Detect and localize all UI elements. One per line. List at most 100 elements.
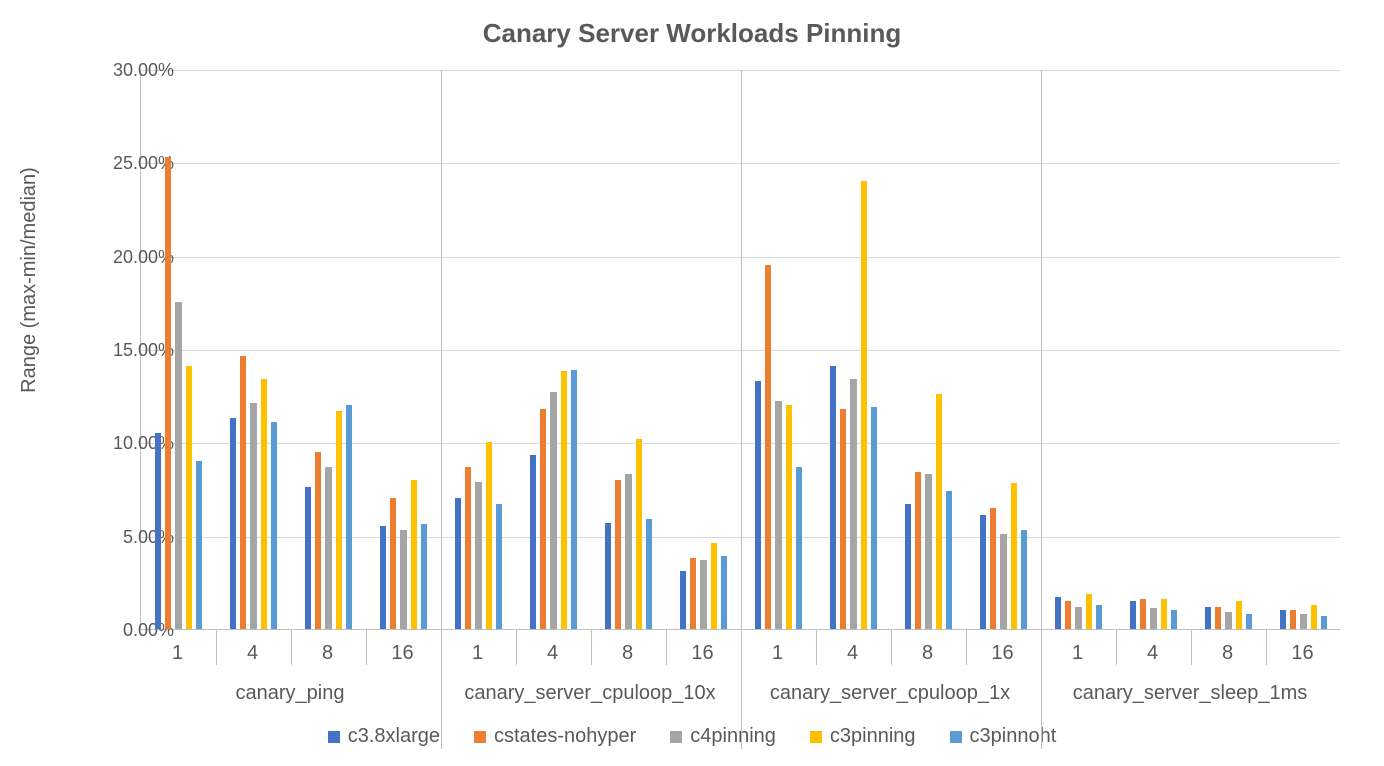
bar — [155, 433, 162, 629]
x-group-label: canary_server_cpuloop_1x — [770, 682, 1010, 705]
subgroup-divider — [1266, 630, 1267, 665]
bar — [861, 181, 868, 629]
bar — [336, 411, 343, 629]
legend-swatch-icon — [474, 731, 486, 743]
y-axis-label: Range (max-min/median) — [18, 0, 41, 560]
bar — [871, 407, 878, 629]
bar — [936, 394, 943, 629]
x-sub-label: 16 — [391, 642, 413, 665]
bar — [946, 491, 953, 629]
subgroup-divider — [216, 630, 217, 665]
group-divider — [1041, 70, 1042, 749]
x-sub-label: 8 — [322, 642, 333, 665]
x-sub-label: 1 — [472, 642, 483, 665]
legend-swatch-icon — [950, 731, 962, 743]
bar — [400, 530, 407, 629]
legend-swatch-icon — [670, 731, 682, 743]
bar — [196, 461, 203, 629]
bar — [250, 403, 257, 629]
x-sub-label: 8 — [1222, 642, 1233, 665]
bar — [840, 409, 847, 629]
plot-area — [140, 70, 1340, 630]
bar — [1205, 607, 1212, 629]
x-sub-label: 4 — [547, 642, 558, 665]
bar — [325, 467, 332, 629]
bar — [636, 439, 643, 629]
legend-label: c3pinning — [830, 725, 916, 748]
subgroup-divider — [1116, 630, 1117, 665]
bar — [625, 474, 632, 629]
subgroup-divider — [816, 630, 817, 665]
bar — [346, 405, 353, 629]
bar — [680, 571, 687, 629]
group-divider — [441, 70, 442, 749]
bar — [925, 474, 932, 629]
bar — [530, 455, 537, 629]
bar — [390, 498, 397, 629]
subgroup-divider — [966, 630, 967, 665]
legend-swatch-icon — [810, 731, 822, 743]
x-sub-label: 16 — [691, 642, 713, 665]
bar — [980, 515, 987, 629]
subgroup-divider — [891, 630, 892, 665]
bar — [1150, 608, 1157, 629]
bar — [786, 405, 793, 629]
legend-swatch-icon — [328, 731, 340, 743]
bar — [905, 504, 912, 629]
subgroup-divider — [1191, 630, 1192, 665]
bar — [646, 519, 653, 629]
bar — [1130, 601, 1137, 629]
bar — [561, 371, 568, 629]
legend-item: c4pinning — [670, 725, 776, 748]
x-group-label: canary_server_sleep_1ms — [1073, 682, 1308, 705]
legend-label: cstates-nohyper — [494, 725, 636, 748]
bar — [615, 480, 622, 629]
legend: c3.8xlarge cstates-nohyper c4pinning c3pinn… — [0, 725, 1384, 748]
bar — [990, 508, 997, 629]
bar — [175, 302, 182, 629]
bar — [1000, 534, 1007, 629]
bar — [475, 482, 482, 629]
x-sub-label: 16 — [991, 642, 1013, 665]
bar — [755, 381, 762, 629]
bar — [421, 524, 428, 629]
x-sub-label: 8 — [922, 642, 933, 665]
bar — [1140, 599, 1147, 629]
bar — [1246, 614, 1253, 629]
x-sub-label: 4 — [847, 642, 858, 665]
subgroup-divider — [366, 630, 367, 665]
x-sub-label: 4 — [247, 642, 258, 665]
bar — [765, 265, 772, 629]
bar — [830, 366, 837, 629]
bar — [315, 452, 322, 629]
subgroup-divider — [591, 630, 592, 665]
bar — [1290, 610, 1297, 629]
legend-label: c3.8xlarge — [348, 725, 440, 748]
bar — [455, 498, 462, 629]
bar — [1086, 594, 1093, 629]
bar — [305, 487, 312, 629]
bar — [721, 556, 728, 629]
bar — [486, 442, 493, 629]
legend-item: c3.8xlarge — [328, 725, 440, 748]
bar — [230, 418, 237, 629]
chart-container: Canary Server Workloads Pinning Range (m… — [0, 0, 1384, 766]
subgroup-divider — [666, 630, 667, 665]
bar — [496, 504, 503, 629]
x-group-label: canary_server_cpuloop_10x — [464, 682, 715, 705]
bar — [605, 523, 612, 629]
bar — [411, 480, 418, 629]
bar — [240, 356, 247, 629]
x-sub-label: 4 — [1147, 642, 1158, 665]
bar — [1161, 599, 1168, 629]
bar — [1055, 597, 1062, 629]
bar — [1171, 610, 1178, 629]
x-sub-label: 1 — [1072, 642, 1083, 665]
bar — [550, 392, 557, 629]
bar — [1321, 616, 1328, 629]
bar — [1011, 483, 1018, 629]
bar — [796, 467, 803, 629]
bar — [700, 560, 707, 629]
x-sub-label: 1 — [172, 642, 183, 665]
bar — [711, 543, 718, 629]
